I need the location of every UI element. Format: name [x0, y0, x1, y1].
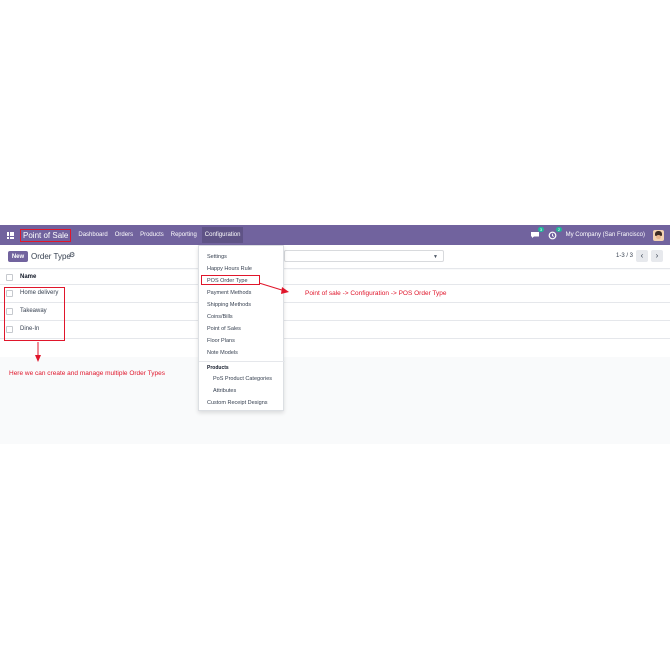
menu-configuration[interactable]: Configuration [201, 227, 244, 243]
dd-shipping-methods[interactable]: Shipping Methods [207, 302, 251, 308]
path-annotation: Point of sale -> Configuration -> POS Or… [305, 290, 447, 297]
company-switcher[interactable]: My Company (San Francisco) [566, 232, 645, 238]
screenshot: Point of Sale Dashboard Orders Products … [0, 225, 670, 444]
dd-payment-methods[interactable]: Payment Methods [207, 290, 251, 296]
select-all-checkbox[interactable] [6, 274, 13, 281]
dd-settings[interactable]: Settings [207, 254, 227, 260]
order-types-annotation: Here we can create and manage multiple O… [9, 370, 165, 377]
user-avatar[interactable] [653, 229, 664, 241]
top-navbar: Point of Sale Dashboard Orders Products … [0, 225, 670, 245]
pos-order-type-highlight [201, 275, 260, 285]
apps-menu-icon[interactable] [7, 231, 14, 239]
pager-next-button[interactable]: › [651, 250, 663, 262]
rows-highlight-box [4, 287, 65, 341]
pager-prev-button[interactable]: ‹ [636, 250, 648, 262]
menu-dashboard[interactable]: Dashboard [78, 232, 107, 238]
dd-pos-product-categories[interactable]: PoS Product Categories [213, 376, 272, 382]
gear-icon[interactable]: ⚙ [69, 252, 75, 259]
list-header: Name [0, 270, 670, 285]
dd-separator [199, 361, 285, 362]
dd-section-products: Products [207, 365, 229, 371]
messages-badge: 3 [538, 227, 544, 232]
table-row[interactable]: Takeaway [0, 303, 670, 321]
dd-happy-hours-rule[interactable]: Happy Hours Rule [207, 266, 252, 272]
clock-icon [548, 231, 557, 240]
dd-note-models[interactable]: Note Models [207, 350, 238, 356]
chat-bubble-icon [530, 232, 539, 238]
dd-point-of-sales[interactable]: Point of Sales [207, 326, 241, 332]
menu-reporting[interactable]: Reporting [171, 232, 197, 238]
pager-value[interactable]: 1-3 / 3 [616, 253, 633, 259]
page-title: Order Type [31, 252, 71, 261]
configuration-dropdown: Settings Happy Hours Rule POS Order Type… [198, 245, 285, 411]
app-brand[interactable]: Point of Sale [20, 228, 72, 242]
activity-icon[interactable]: 2 [548, 227, 562, 240]
dd-attributes[interactable]: Attributes [213, 388, 236, 394]
table-row[interactable]: Dine-In [0, 321, 670, 339]
order-type-list: Name Home delivery Takeaway Dine-In [0, 270, 670, 357]
dd-custom-receipt-designs[interactable]: Custom Receipt Designs [207, 400, 268, 406]
caret-down-icon[interactable]: ▼ [433, 254, 438, 260]
activity-badge: 2 [556, 227, 562, 232]
new-button[interactable]: New [8, 251, 28, 262]
dd-coins-bills[interactable]: Coins/Bills [207, 314, 233, 320]
column-name[interactable]: Name [20, 274, 36, 280]
systray: 3 2 My Company (San Francisco) [530, 227, 664, 241]
messages-icon[interactable]: 3 [530, 227, 544, 239]
dd-floor-plans[interactable]: Floor Plans [207, 338, 235, 344]
search-input[interactable]: ▼ [284, 250, 444, 262]
menu-products[interactable]: Products [140, 232, 164, 238]
menu-orders[interactable]: Orders [115, 232, 133, 238]
control-panel: New Order Type ⚙ ▼ 1-3 / 3 ‹ › [0, 245, 670, 269]
